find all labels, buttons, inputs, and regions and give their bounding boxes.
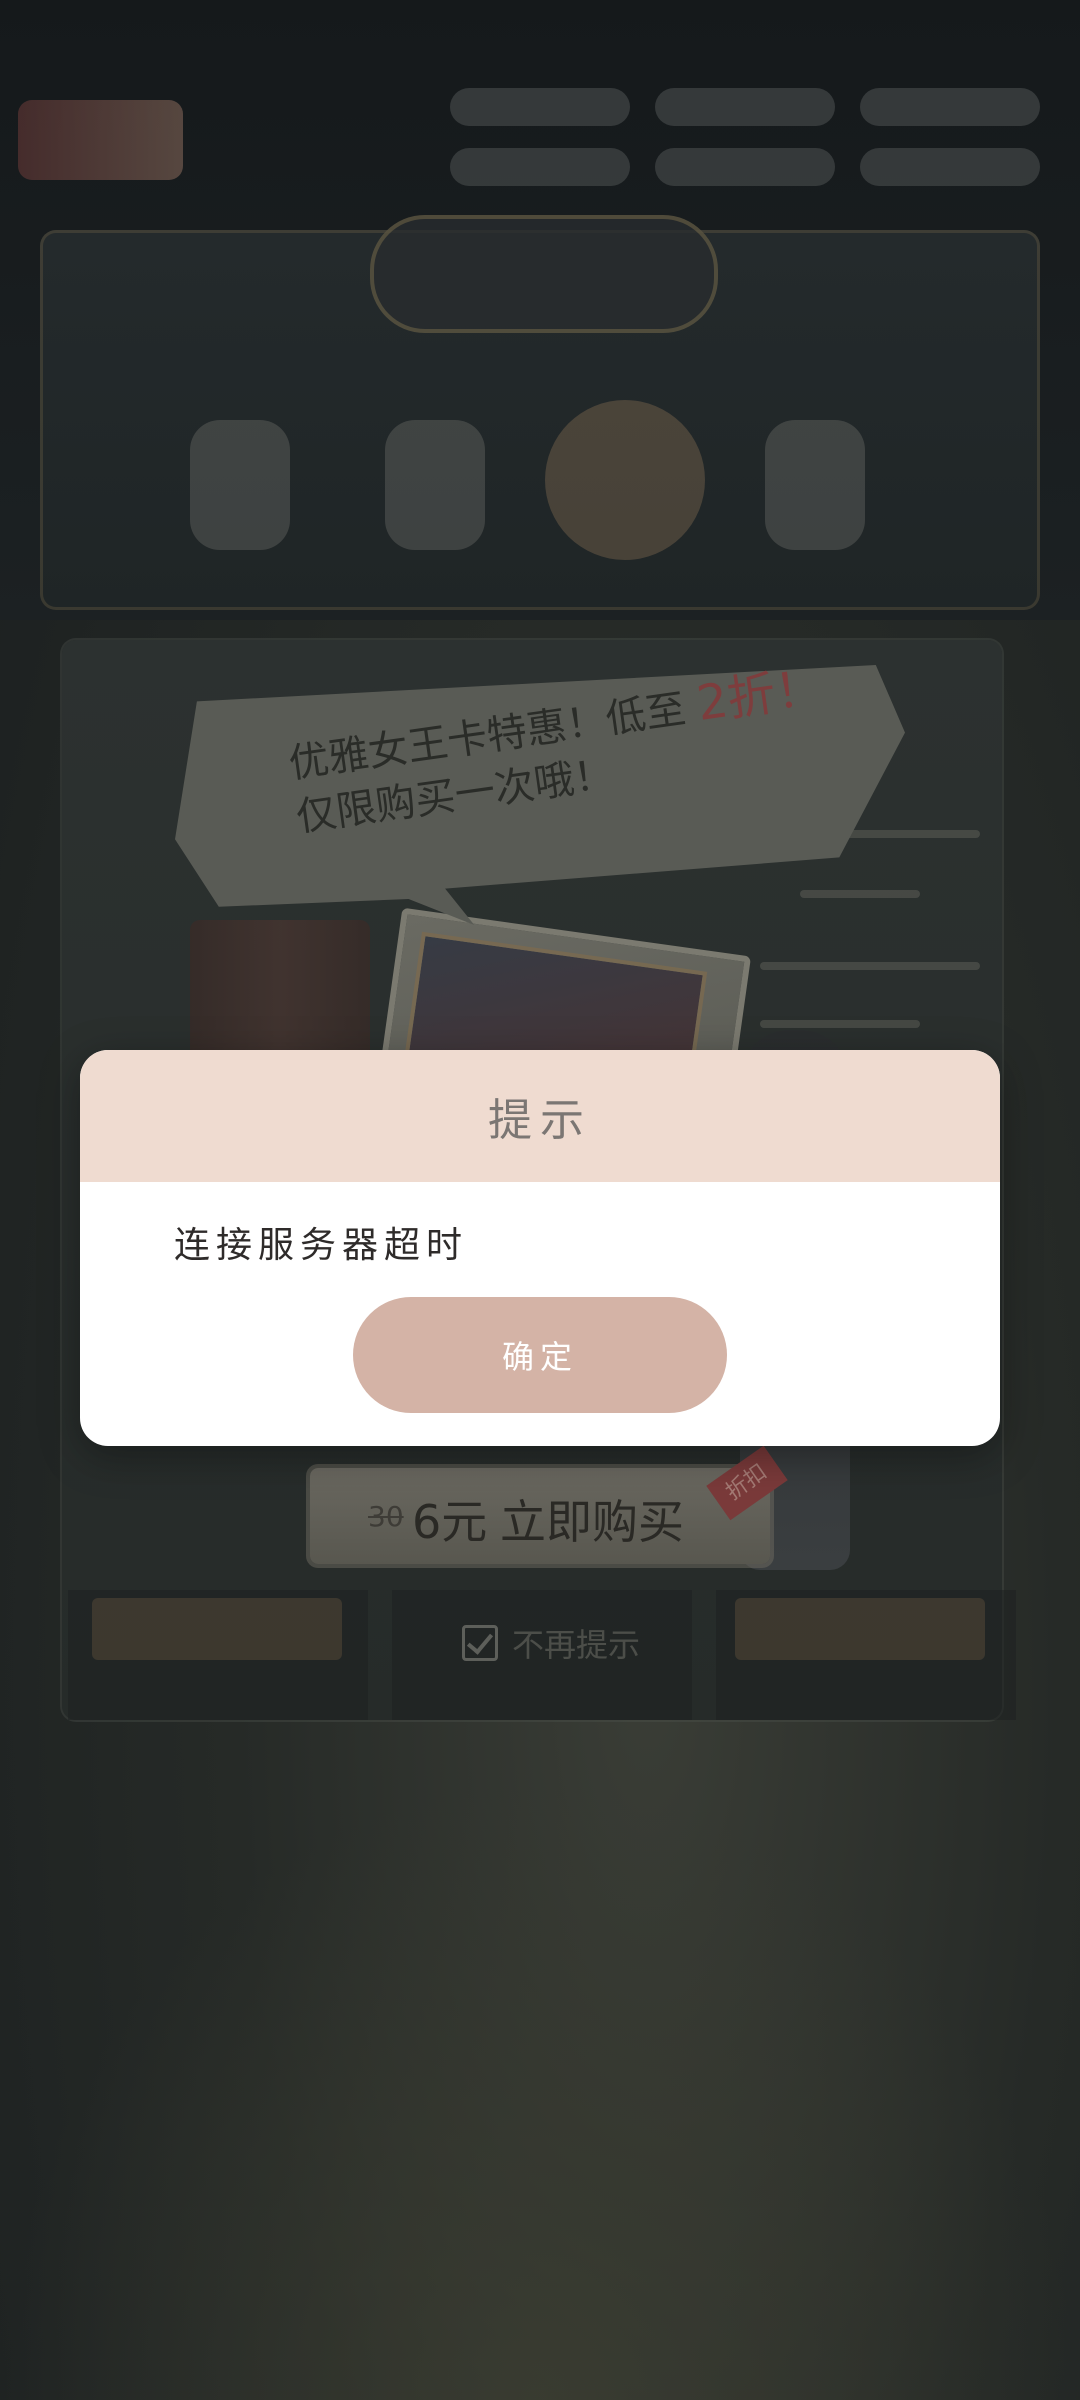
no-remind-label: 不再提示 <box>512 1626 641 1664</box>
dialog-message: 连接服务器超时 <box>174 1225 469 1266</box>
resource-stat <box>655 88 835 126</box>
reward-slot <box>765 420 865 550</box>
sale-price: 6元 <box>412 1495 488 1549</box>
reward-slot-featured <box>545 400 705 560</box>
option-button <box>735 1598 985 1660</box>
no-remind-toggle[interactable]: 不再提示 <box>462 1620 640 1666</box>
resource-stat <box>655 148 835 186</box>
resource-stat <box>860 148 1040 186</box>
check-icon[interactable] <box>462 1625 498 1661</box>
banner-ornament <box>370 215 718 333</box>
buy-now-label: 立即购买 <box>500 1495 684 1549</box>
alert-dialog: 提示 连接服务器超时 确定 <box>80 1050 1000 1446</box>
original-price: 30 <box>368 1500 404 1533</box>
reward-slot <box>190 420 290 550</box>
resource-stat <box>450 88 630 126</box>
option-button <box>92 1598 342 1660</box>
resource-stat <box>450 148 630 186</box>
resource-stat <box>860 88 1040 126</box>
background-floor <box>0 1780 1080 2400</box>
screen: 优雅女王卡特惠！低至 2折！ 仅限购买一次哦！ 30 6元 立即购买 折扣 不再… <box>0 0 1080 2400</box>
confirm-button[interactable]: 确定 <box>353 1297 727 1413</box>
dialog-header: 提示 <box>80 1050 1000 1182</box>
game-logo <box>18 100 183 180</box>
dialog-title: 提示 <box>488 1095 592 1146</box>
reward-slot <box>385 420 485 550</box>
